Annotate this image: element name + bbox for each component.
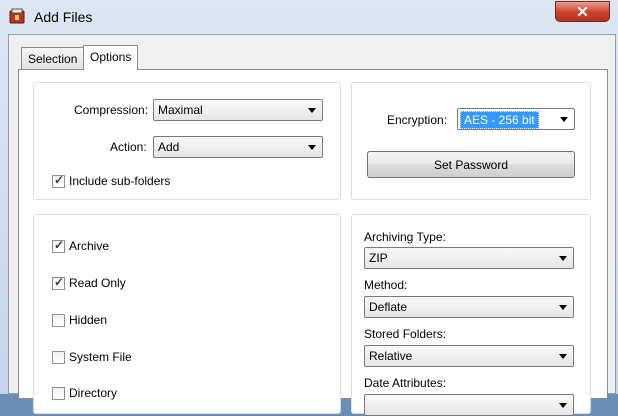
stored-folders-label: Stored Folders:: [364, 327, 447, 341]
action-dropdown[interactable]: Add: [153, 136, 323, 158]
title-bar[interactable]: Add Files ✕: [0, 0, 618, 34]
archiving-type-value: ZIP: [369, 251, 388, 265]
system-file-checkbox[interactable]: [52, 351, 65, 364]
directory-label: Directory: [69, 386, 118, 400]
tab-options[interactable]: Options: [83, 45, 139, 70]
chevron-down-icon: [308, 145, 316, 150]
chevron-down-icon: [560, 117, 568, 122]
archive-app-icon: [9, 8, 25, 24]
encryption-group: Encryption: AES - 256 bit Set Password: [351, 82, 591, 200]
read-only-label: Read Only: [69, 276, 126, 290]
close-icon: ✕: [576, 3, 589, 21]
compression-dropdown[interactable]: Maximal: [153, 99, 323, 121]
archive-checkbox[interactable]: [52, 238, 65, 253]
tab-selection[interactable]: Selection: [21, 47, 85, 69]
archiving-group: Archiving Type: ZIP Method: Deflate Stor…: [351, 214, 591, 416]
encryption-value: AES - 256 bit: [460, 111, 539, 129]
encryption-dropdown[interactable]: AES - 256 bit: [457, 108, 575, 130]
options-tab-page: Compression: Maximal Action: Add Include…: [18, 69, 608, 416]
action-value: Add: [158, 140, 180, 154]
compression-group: Compression: Maximal Action: Add Include…: [33, 82, 341, 200]
archiving-type-dropdown[interactable]: ZIP: [364, 247, 574, 269]
date-attributes-label: Date Attributes:: [364, 376, 447, 390]
include-subfolders-label: Include sub-folders: [69, 174, 171, 188]
date-attributes-dropdown[interactable]: [364, 394, 574, 416]
method-label: Method:: [364, 278, 408, 292]
archiving-type-label: Archiving Type:: [364, 230, 446, 244]
chevron-down-icon: [559, 354, 567, 359]
window-title: Add Files: [34, 9, 93, 25]
compression-value: Maximal: [158, 103, 203, 117]
stored-folders-dropdown[interactable]: Relative: [364, 345, 574, 367]
add-files-window: Add Files ✕ Selection Options Compressio…: [0, 0, 618, 416]
method-value: Deflate: [369, 300, 408, 314]
chevron-down-icon: [559, 305, 567, 310]
chevron-down-icon: [308, 108, 316, 113]
attributes-group: Archive Read Only Hidden System File Dir…: [33, 214, 341, 414]
system-file-label: System File: [69, 350, 132, 364]
close-button[interactable]: ✕: [555, 1, 610, 22]
action-label: Action:: [110, 140, 147, 154]
include-subfolders-checkbox[interactable]: [52, 173, 65, 188]
method-dropdown[interactable]: Deflate: [364, 296, 574, 318]
read-only-checkbox[interactable]: [52, 275, 65, 290]
archive-label: Archive: [69, 239, 110, 253]
chevron-down-icon: [559, 403, 567, 408]
hidden-label: Hidden: [69, 313, 108, 327]
hidden-checkbox[interactable]: [52, 314, 65, 327]
chevron-down-icon: [559, 256, 567, 261]
compression-label: Compression:: [74, 103, 149, 117]
encryption-label: Encryption:: [387, 113, 448, 127]
stored-folders-value: Relative: [369, 349, 413, 363]
dialog-client-area: Selection Options Compression: Maximal A…: [8, 34, 616, 416]
set-password-button[interactable]: Set Password: [367, 151, 575, 178]
